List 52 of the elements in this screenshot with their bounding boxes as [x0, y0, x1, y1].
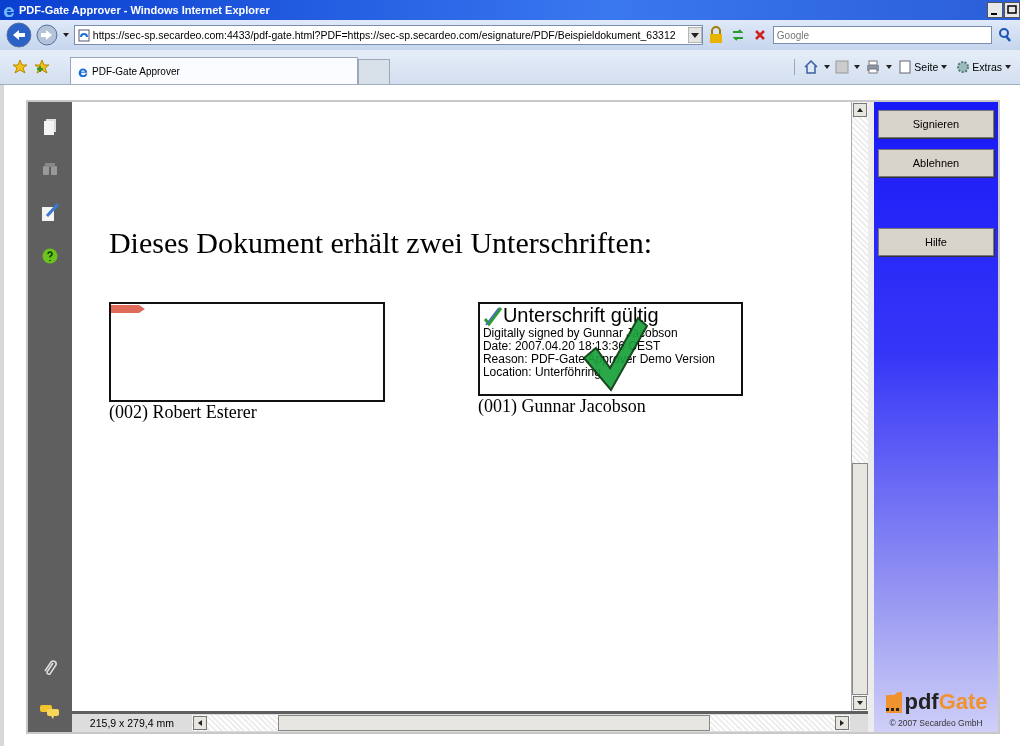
dropdown-button[interactable] — [687, 27, 702, 43]
search-icon[interactable] — [996, 26, 1014, 44]
caret-icon[interactable] — [61, 31, 70, 39]
signature-status: Unterschrift gültig — [502, 304, 659, 327]
star-icon[interactable] — [12, 59, 28, 75]
url-text: https://sec-sp.secardeo.com:4433/pdf-gate.html?PDF=https://sec-sp.secardeo.com/esignature/PDF/Beispieldokument_63312 — [92, 29, 677, 41]
horizontal-scrollbar[interactable] — [191, 715, 850, 731]
help-button[interactable]: Hilfe — [878, 228, 994, 256]
gear-icon — [956, 60, 971, 74]
address-field[interactable]: https://sec-sp.secardeo.com:4433/pdf-gate.html?PDF=https://sec-sp.secardeo.com/esignature/PDF/Beispieldokument_63312 — [73, 25, 703, 45]
scroll-up-button[interactable] — [853, 103, 867, 117]
forward-button[interactable] — [35, 24, 58, 46]
document-heading: Dieses Dokument erhält zwei Unterschriften: — [108, 226, 654, 260]
vertical-scrollbar[interactable] — [851, 102, 868, 711]
search-field[interactable]: Google — [772, 26, 992, 44]
add-star-icon[interactable] — [34, 59, 50, 75]
signer-caption: (001) Gunnar Jacobson — [477, 396, 647, 417]
browser-tab[interactable]: PDF-Gate Approver — [70, 57, 358, 84]
command-menu-button[interactable]: Seite — [897, 60, 951, 74]
scroll-thumb[interactable] — [277, 715, 710, 731]
caret-icon — [940, 63, 949, 71]
pages-icon[interactable] — [41, 118, 58, 136]
scroll-left-button[interactable] — [192, 716, 207, 730]
back-button[interactable] — [6, 22, 32, 48]
help-icon[interactable] — [41, 248, 58, 264]
action-button[interactable]: Ablehnen — [878, 149, 994, 177]
minimize-button[interactable] — [987, 2, 1003, 18]
printer-icon[interactable] — [865, 59, 882, 75]
caret-icon[interactable] — [853, 63, 862, 71]
copyright-text: © 2007 Secardeo GmbH — [889, 718, 983, 728]
comments-icon[interactable] — [38, 704, 61, 720]
window-title: PDF-Gate Approver - Windows Internet Explorer — [19, 4, 270, 16]
page-size-label: 215,9 x 279,4 mm — [88, 717, 175, 729]
caret-icon — [1004, 63, 1012, 71]
scroll-thumb[interactable] — [852, 463, 868, 695]
scroll-down-button[interactable] — [853, 696, 867, 710]
pdfgate-logo: pdfGate — [884, 691, 988, 713]
caret-icon[interactable] — [823, 63, 832, 71]
signature-field[interactable] — [108, 302, 385, 402]
pen-check-icon — [482, 304, 503, 327]
signer-caption: (002) Robert Esterer — [108, 402, 258, 423]
page-icon — [899, 60, 913, 74]
page-icon — [77, 28, 90, 42]
caret-icon[interactable] — [885, 63, 894, 71]
tag-icon — [110, 305, 145, 313]
home-icon[interactable] — [803, 59, 820, 75]
action-button[interactable]: Signieren — [878, 110, 994, 138]
scroll-right-button[interactable] — [835, 716, 849, 730]
signature-pen-icon[interactable] — [40, 202, 59, 222]
maximize-button[interactable] — [1004, 2, 1020, 18]
paperclip-icon[interactable] — [41, 658, 58, 678]
command-menu-button[interactable]: Extras — [954, 60, 1014, 74]
